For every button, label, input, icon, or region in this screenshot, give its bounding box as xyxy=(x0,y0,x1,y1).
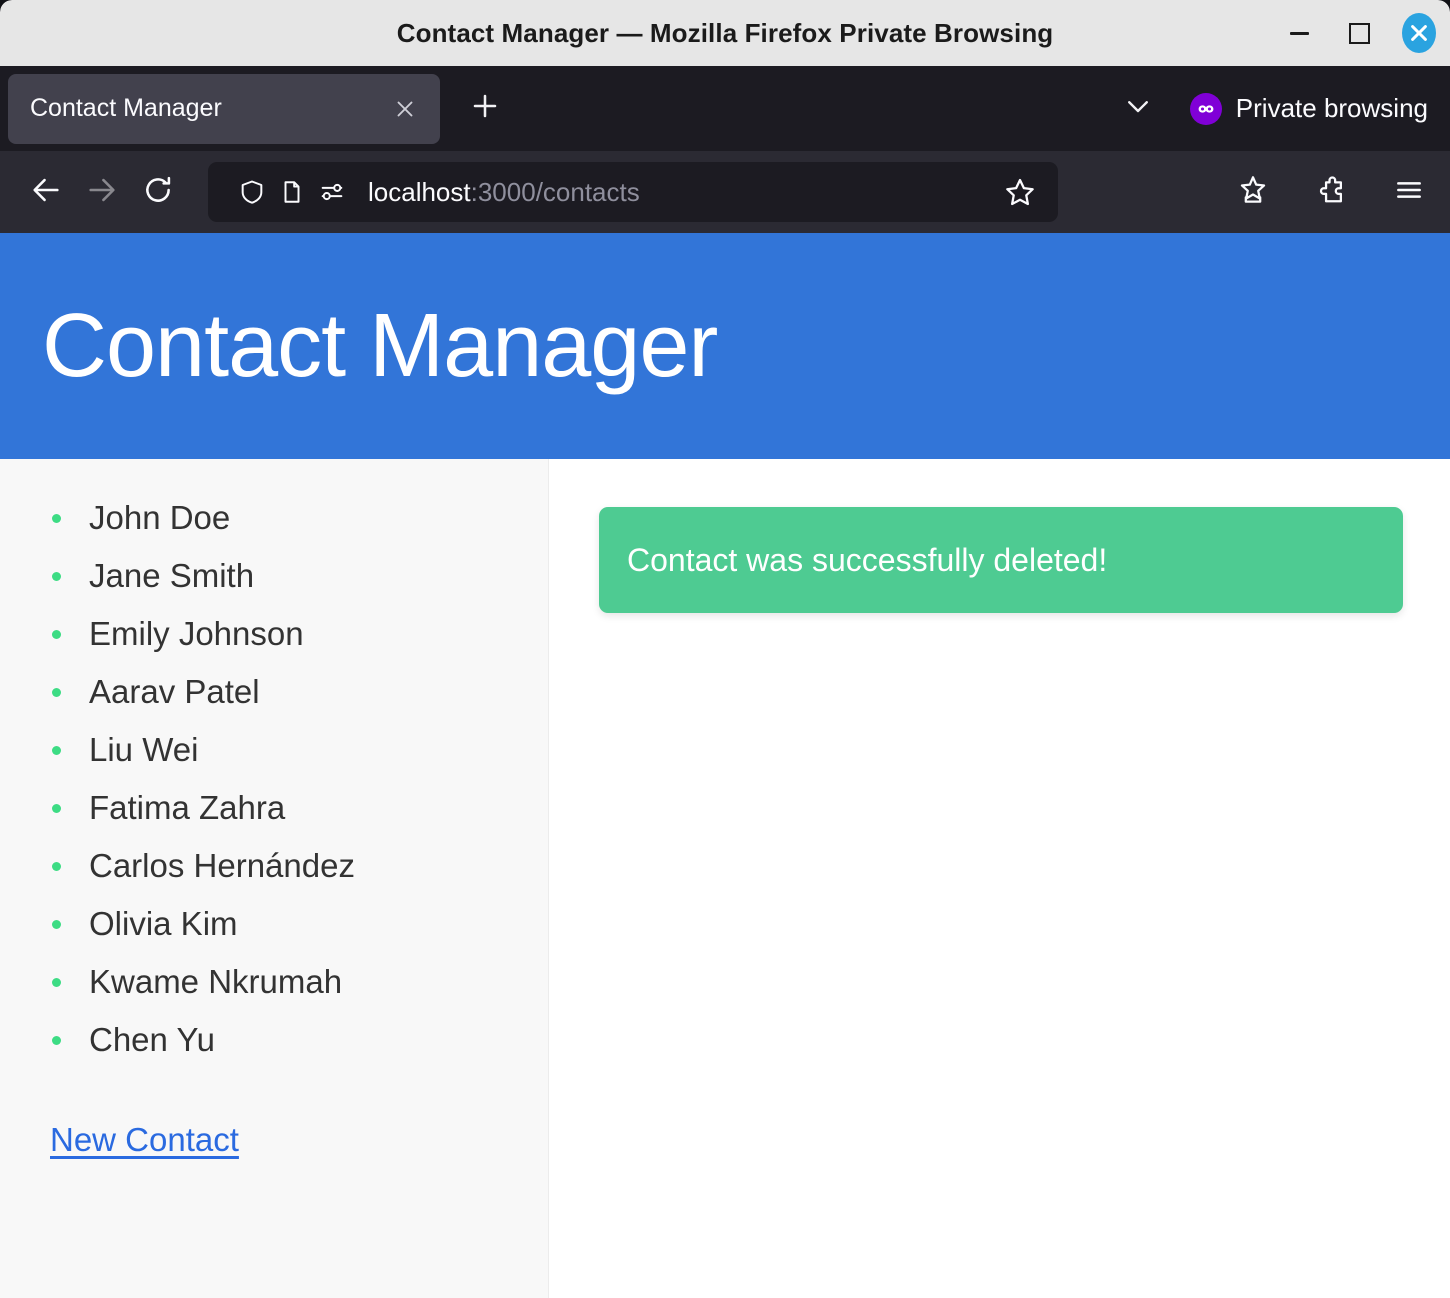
chevron-down-icon xyxy=(1123,91,1153,126)
contact-list: John Doe Jane Smith Emily Johnson Aarav … xyxy=(0,489,548,1069)
contact-name: Emily Johnson xyxy=(89,615,304,652)
save-to-pocket-button[interactable] xyxy=(1228,167,1278,217)
close-icon xyxy=(1402,13,1436,53)
reload-button[interactable] xyxy=(130,164,186,220)
list-item[interactable]: Liu Wei xyxy=(0,721,548,779)
page-info-icon[interactable] xyxy=(272,172,312,212)
new-contact-wrapper: New Contact xyxy=(0,1069,548,1159)
contact-name: Kwame Nkrumah xyxy=(89,963,343,1000)
url-path: :3000/contacts xyxy=(470,176,640,207)
plus-icon xyxy=(469,90,501,127)
bullet-icon xyxy=(52,1035,61,1045)
window-controls xyxy=(1282,0,1436,66)
list-all-tabs-button[interactable] xyxy=(1116,87,1160,131)
app-menu-button[interactable] xyxy=(1384,167,1434,217)
tab-strip: Contact Manager Private browsing xyxy=(0,66,1450,151)
list-item[interactable]: Emily Johnson xyxy=(0,605,548,663)
contact-name: Carlos Hernández xyxy=(89,847,355,884)
contact-name: Jane Smith xyxy=(89,557,255,594)
shield-icon[interactable] xyxy=(232,172,272,212)
bullet-icon xyxy=(52,571,61,581)
bullet-icon xyxy=(52,861,61,871)
bullet-icon xyxy=(52,745,61,755)
list-item[interactable]: Jane Smith xyxy=(0,547,548,605)
tab-strip-right-controls: Private browsing xyxy=(1116,66,1428,151)
new-tab-button[interactable] xyxy=(462,86,508,132)
title-bar: Contact Manager — Mozilla Firefox Privat… xyxy=(0,0,1450,66)
list-item[interactable]: Fatima Zahra xyxy=(0,779,548,837)
hamburger-menu-icon xyxy=(1393,174,1425,211)
tab-close-icon[interactable] xyxy=(388,92,422,126)
contact-name: Aarav Patel xyxy=(89,673,260,710)
extensions-button[interactable] xyxy=(1306,167,1356,217)
puzzle-piece-icon xyxy=(1315,174,1347,211)
list-item[interactable]: Olivia Kim xyxy=(0,895,548,953)
bookmark-star-icon[interactable] xyxy=(998,170,1042,214)
page-body: John Doe Jane Smith Emily Johnson Aarav … xyxy=(0,459,1450,1298)
bullet-icon xyxy=(52,513,61,523)
tab-label: Contact Manager xyxy=(30,94,222,122)
tab-contact-manager[interactable]: Contact Manager xyxy=(8,73,440,144)
bullet-icon xyxy=(52,803,61,813)
list-item[interactable]: Carlos Hernández xyxy=(0,837,548,895)
private-browsing-label: Private browsing xyxy=(1235,93,1428,123)
success-alert-banner: Contact was successfully deleted! xyxy=(599,507,1403,613)
arrow-left-icon xyxy=(29,173,63,212)
maximize-button[interactable] xyxy=(1342,16,1376,50)
main-content-pane: Contact was successfully deleted! xyxy=(549,459,1450,1298)
list-item[interactable]: Kwame Nkrumah xyxy=(0,953,548,1011)
bullet-icon xyxy=(52,629,61,639)
bullet-icon xyxy=(52,919,61,929)
site-permissions-icon[interactable] xyxy=(312,172,352,212)
page-banner: Contact Manager xyxy=(0,233,1450,459)
page-title: Contact Manager xyxy=(42,296,718,396)
navigation-toolbar: localhost:3000/contacts xyxy=(0,151,1450,233)
minimize-button[interactable] xyxy=(1282,16,1316,50)
bullet-icon xyxy=(52,977,61,987)
url-text[interactable]: localhost:3000/contacts xyxy=(368,177,998,208)
list-item[interactable]: Aarav Patel xyxy=(0,663,548,721)
toolbar-right-controls xyxy=(1228,151,1434,233)
forward-button[interactable] xyxy=(74,164,130,220)
new-contact-link[interactable]: New Contact xyxy=(50,1121,239,1158)
alert-message: Contact was successfully deleted! xyxy=(627,541,1108,578)
list-item[interactable]: Chen Yu xyxy=(0,1011,548,1069)
page-viewport: Contact Manager John Doe Jane Smith Emil… xyxy=(0,233,1450,1298)
contact-name: Liu Wei xyxy=(89,731,199,768)
bullet-icon xyxy=(52,687,61,697)
contact-name: Fatima Zahra xyxy=(89,789,286,826)
private-browsing-mask-icon xyxy=(1189,92,1222,125)
list-item[interactable]: John Doe xyxy=(0,489,548,547)
contacts-sidebar: John Doe Jane Smith Emily Johnson Aarav … xyxy=(0,459,549,1298)
url-host: localhost xyxy=(368,176,471,207)
close-button[interactable] xyxy=(1402,13,1436,53)
contact-name: Olivia Kim xyxy=(89,905,238,942)
contact-name: John Doe xyxy=(89,499,231,536)
url-bar[interactable]: localhost:3000/contacts xyxy=(208,162,1058,222)
maximize-icon xyxy=(1348,22,1370,44)
arrow-right-icon xyxy=(85,173,119,212)
minimize-icon xyxy=(1289,31,1309,35)
reload-icon xyxy=(141,173,175,212)
pocket-star-tray-icon xyxy=(1237,174,1269,211)
contact-name: Chen Yu xyxy=(89,1021,216,1058)
browser-window: Contact Manager — Mozilla Firefox Privat… xyxy=(0,0,1450,1298)
private-browsing-indicator: Private browsing xyxy=(1189,92,1428,125)
window-title: Contact Manager — Mozilla Firefox Privat… xyxy=(396,17,1054,48)
back-button[interactable] xyxy=(18,164,74,220)
